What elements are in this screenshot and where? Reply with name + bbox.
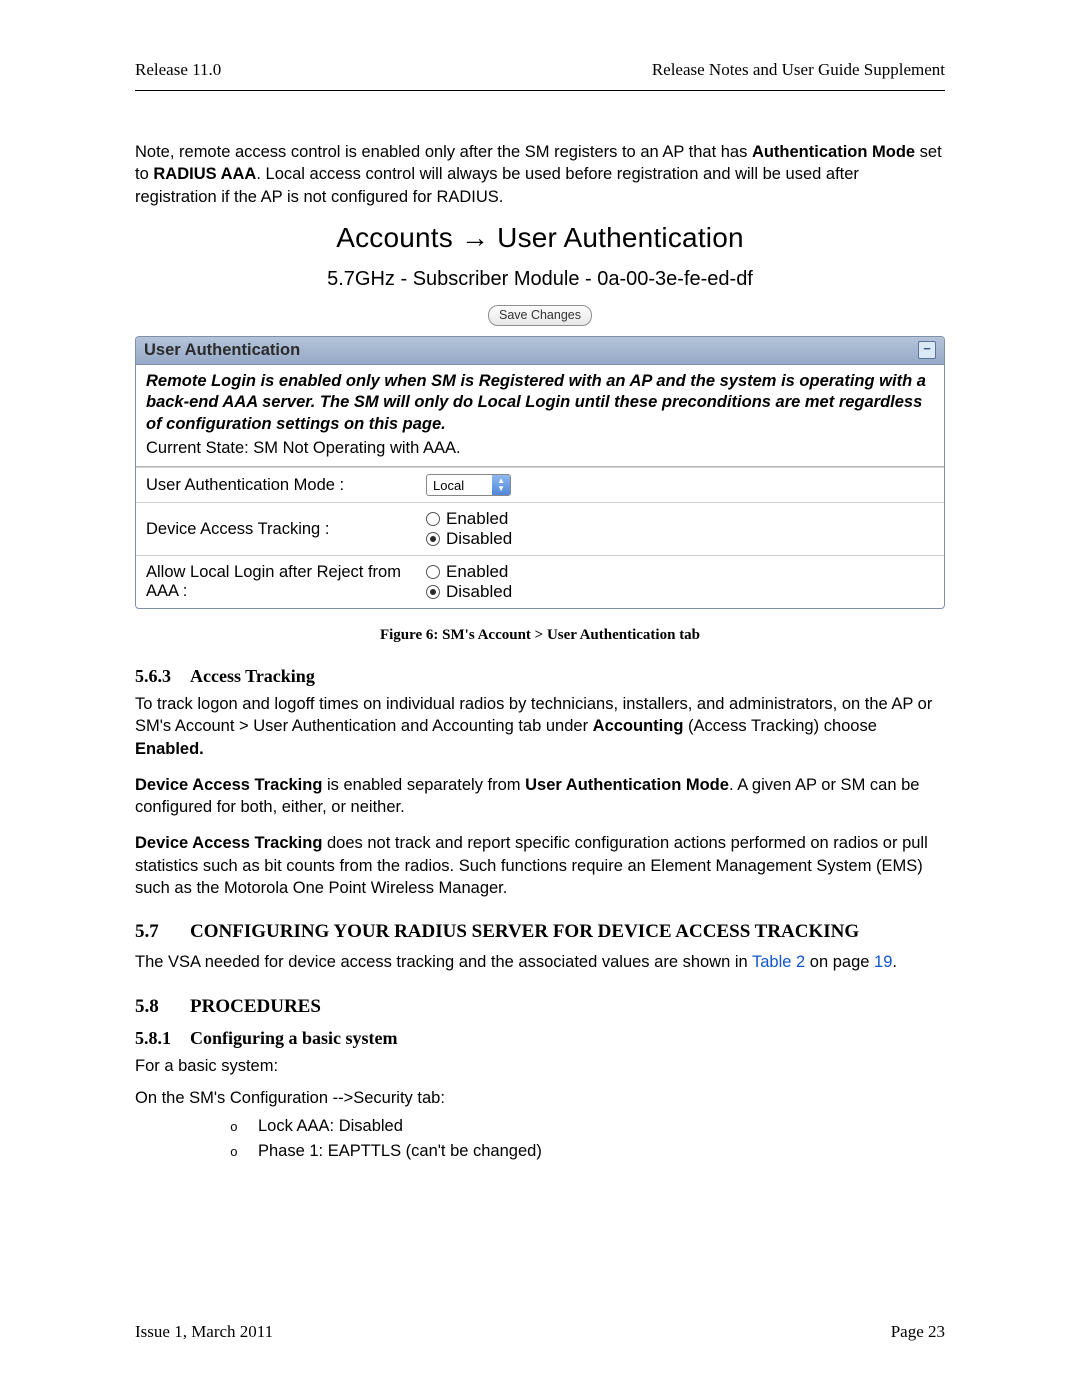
- heading-5-6-3: 5.6.3Access Tracking: [135, 666, 945, 687]
- panel-header: User Authentication −: [136, 337, 944, 365]
- panel-state: Current State: SM Not Operating with AAA…: [136, 439, 944, 467]
- header-rule: [135, 90, 945, 91]
- device-tracking-disabled[interactable]: Disabled: [426, 529, 934, 549]
- auth-mode-value: Local: [427, 478, 492, 493]
- s581-p1: For a basic system:: [135, 1055, 945, 1077]
- device-tracking-label: Device Access Tracking :: [136, 503, 416, 556]
- panel-title: User Authentication: [144, 341, 300, 360]
- device-tracking-enabled[interactable]: Enabled: [426, 509, 934, 529]
- s581-bullets: Lock AAA: Disabled Phase 1: EAPTTLS (can…: [230, 1117, 945, 1161]
- figure-6: Accounts → User Authentication 5.7GHz - …: [135, 222, 945, 644]
- link-page-19[interactable]: 19: [874, 953, 892, 971]
- figure-title: Accounts → User Authentication: [135, 222, 945, 254]
- heading-5-8-1: 5.8.1Configuring a basic system: [135, 1028, 945, 1049]
- s563-p2: Device Access Tracking is enabled separa…: [135, 774, 945, 819]
- intro-paragraph: Note, remote access control is enabled o…: [135, 141, 945, 208]
- radio-icon: [426, 532, 440, 546]
- page-header: Release 11.0 Release Notes and User Guid…: [135, 60, 945, 80]
- select-arrows-icon: ▲▼: [492, 475, 510, 495]
- s563-p1: To track logon and logoff times on indiv…: [135, 693, 945, 760]
- user-auth-panel: User Authentication − Remote Login is en…: [135, 336, 945, 609]
- s563-p3: Device Access Tracking does not track an…: [135, 832, 945, 899]
- heading-5-7: 5.7 CONFIGURING YOUR RADIUS SERVER FOR D…: [135, 921, 945, 943]
- figure-caption: Figure 6: SM's Account > User Authentica…: [135, 627, 945, 644]
- local-login-enabled[interactable]: Enabled: [426, 562, 934, 582]
- panel-table: User Authentication Mode : Local ▲▼ Devi…: [136, 467, 944, 608]
- radio-icon: [426, 585, 440, 599]
- collapse-icon[interactable]: −: [918, 341, 936, 359]
- auth-mode-select[interactable]: Local ▲▼: [426, 474, 511, 496]
- link-table-2[interactable]: Table 2: [752, 953, 805, 971]
- header-left: Release 11.0: [135, 60, 221, 80]
- header-right: Release Notes and User Guide Supplement: [652, 60, 945, 80]
- auth-mode-label: User Authentication Mode :: [136, 468, 416, 503]
- local-login-disabled[interactable]: Disabled: [426, 582, 934, 602]
- radio-icon: [426, 512, 440, 526]
- list-item: Phase 1: EAPTTLS (can't be changed): [230, 1142, 945, 1161]
- heading-5-8: 5.8 PROCEDURES: [135, 996, 945, 1018]
- panel-note: Remote Login is enabled only when SM is …: [136, 365, 944, 439]
- figure-subtitle: 5.7GHz - Subscriber Module - 0a-00-3e-fe…: [135, 268, 945, 291]
- row-device-tracking: Device Access Tracking : Enabled Disable…: [136, 503, 944, 556]
- row-auth-mode: User Authentication Mode : Local ▲▼: [136, 468, 944, 503]
- radio-icon: [426, 565, 440, 579]
- footer-left: Issue 1, March 2011: [135, 1322, 273, 1342]
- s581-p2: On the SM's Configuration -->Security ta…: [135, 1087, 945, 1109]
- s57-p1: The VSA needed for device access trackin…: [135, 951, 945, 973]
- list-item: Lock AAA: Disabled: [230, 1117, 945, 1136]
- footer-right: Page 23: [891, 1322, 945, 1342]
- local-login-label: Allow Local Login after Reject from AAA …: [136, 556, 416, 609]
- save-changes-button[interactable]: Save Changes: [488, 305, 592, 326]
- row-local-login: Allow Local Login after Reject from AAA …: [136, 556, 944, 609]
- page-footer: Issue 1, March 2011 Page 23: [135, 1322, 945, 1342]
